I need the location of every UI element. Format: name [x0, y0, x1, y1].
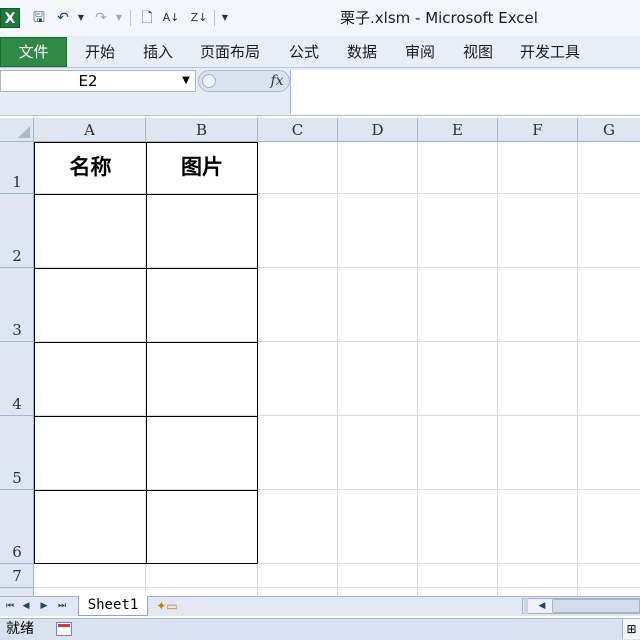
tab-file[interactable]: 文件 — [0, 37, 67, 67]
redo-icon[interactable]: ↷ — [92, 8, 110, 28]
row-header-5[interactable]: 5 — [0, 416, 34, 490]
next-sheet-icon[interactable]: ▶ — [36, 598, 52, 614]
status-ready-text: 就绪 — [6, 621, 34, 637]
cell-a4[interactable] — [34, 342, 147, 417]
column-header-g[interactable]: G — [578, 118, 640, 142]
tab-view[interactable]: 视图 — [450, 36, 506, 68]
gridline — [337, 142, 338, 596]
window-title: 栗子.xlsm - Microsoft Excel — [340, 9, 538, 27]
new-document-icon[interactable]: 🗋 — [138, 8, 156, 28]
cell-b2[interactable] — [146, 194, 258, 269]
tab-page-layout[interactable]: 页面布局 — [192, 36, 268, 68]
insert-sheet-icon[interactable]: ✦▭ — [150, 597, 184, 615]
sheet-tab-sheet1[interactable]: Sheet1 — [78, 596, 148, 616]
gridline — [34, 587, 640, 588]
row-number: 6 — [12, 543, 22, 561]
row-number: 1 — [12, 173, 22, 191]
gridline — [577, 142, 578, 596]
prev-sheet-icon[interactable]: ◀ — [18, 598, 34, 614]
quick-access-separator — [130, 10, 131, 26]
row-header-2[interactable]: 2 — [0, 194, 34, 268]
formula-bar-handle[interactable] — [202, 74, 216, 88]
tab-developer[interactable]: 开发工具 — [512, 36, 588, 68]
column-header-f[interactable]: F — [498, 118, 578, 142]
column-header-c[interactable]: C — [258, 118, 338, 142]
normal-view-icon[interactable]: ⊞ — [622, 619, 640, 639]
first-sheet-icon[interactable]: ⏮ — [2, 598, 18, 614]
tab-review[interactable]: 审阅 — [392, 36, 448, 68]
undo-dropdown-icon[interactable]: ▼ — [76, 10, 86, 26]
row-number: 4 — [12, 395, 22, 413]
last-sheet-icon[interactable]: ⏭ — [54, 598, 70, 614]
cell-a5[interactable] — [34, 416, 147, 491]
scrollbar-split-handle[interactable] — [524, 598, 528, 614]
gridline — [497, 142, 498, 596]
scroll-left-icon[interactable]: ◀ — [534, 598, 550, 614]
row-header-7[interactable]: 7 — [0, 564, 34, 588]
save-icon[interactable]: 🖫 — [30, 8, 48, 28]
column-header-b[interactable]: B — [146, 118, 258, 142]
cell-b3[interactable] — [146, 268, 258, 343]
cell-b4[interactable] — [146, 342, 258, 417]
cell-b5[interactable] — [146, 416, 258, 491]
row-header-6[interactable]: 6 — [0, 490, 34, 564]
gridline — [417, 142, 418, 596]
cell-b1[interactable]: 图片 — [146, 142, 258, 195]
name-box-dropdown-icon[interactable]: ▼ — [178, 70, 194, 92]
tab-data[interactable]: 数据 — [334, 36, 390, 68]
formula-input[interactable] — [290, 70, 640, 114]
select-all-icon — [18, 126, 30, 138]
sort-descending-icon[interactable]: Z↓ — [190, 8, 208, 28]
sort-ascending-icon[interactable]: A↓ — [162, 8, 180, 28]
tab-formulas[interactable]: 公式 — [276, 36, 332, 68]
customize-quick-access-icon[interactable]: ▼ — [220, 10, 230, 26]
cell-a2[interactable] — [34, 194, 147, 269]
cell-a6[interactable] — [34, 490, 147, 564]
redo-dropdown-icon[interactable]: ▼ — [114, 10, 124, 26]
quick-access-separator — [214, 10, 215, 26]
excel-app-icon[interactable]: X — [0, 8, 20, 28]
tab-insert[interactable]: 插入 — [130, 36, 186, 68]
status-bar — [0, 618, 640, 640]
row-header-8[interactable] — [0, 588, 34, 596]
column-header-a[interactable]: A — [34, 118, 146, 142]
insert-function-icon[interactable]: fx — [266, 70, 288, 92]
row-header-3[interactable]: 3 — [0, 268, 34, 342]
macro-record-icon-bar — [58, 624, 70, 627]
cell-b6[interactable] — [146, 490, 258, 564]
row-number: 2 — [12, 247, 22, 265]
tab-home[interactable]: 开始 — [72, 36, 128, 68]
cell-a1[interactable]: 名称 — [34, 142, 147, 195]
row-header-4[interactable]: 4 — [0, 342, 34, 416]
row-number: 5 — [12, 469, 22, 487]
name-box-value[interactable]: E2 — [0, 70, 176, 92]
column-header-d[interactable]: D — [338, 118, 418, 142]
row-number: 7 — [12, 567, 22, 585]
scrollbar-thumb[interactable] — [552, 599, 640, 613]
undo-icon[interactable]: ↶ — [54, 8, 72, 28]
row-header-1[interactable]: 1 — [0, 142, 34, 194]
row-number: 3 — [12, 321, 22, 339]
column-header-e[interactable]: E — [418, 118, 498, 142]
cell-a3[interactable] — [34, 268, 147, 343]
